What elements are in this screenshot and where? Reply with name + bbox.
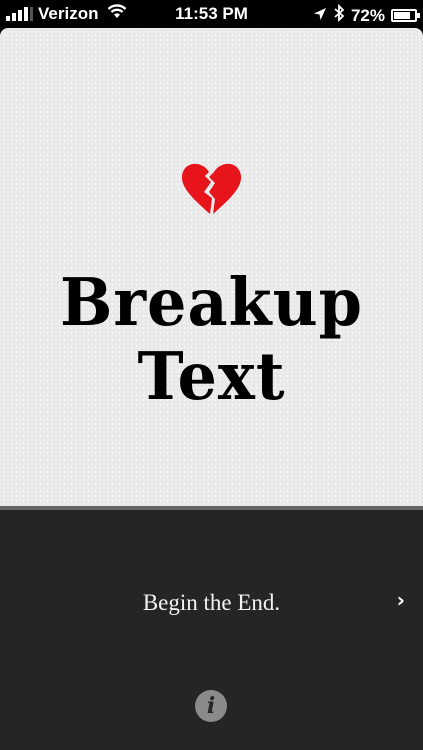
chevron-right-icon: › — [396, 588, 405, 612]
bluetooth-icon — [333, 3, 345, 27]
battery-icon — [391, 9, 420, 22]
splash-panel: Breakup Text — [0, 28, 423, 506]
app-title-line-2: Text — [137, 338, 286, 415]
app-screen: Verizon 11:53 PM 72% Breakup Text Begin … — [0, 0, 423, 750]
bottom-panel: Begin the End. › i — [0, 510, 423, 750]
battery-fill — [394, 12, 410, 19]
location-icon — [313, 6, 327, 26]
info-button[interactable]: i — [195, 690, 227, 722]
status-bar: Verizon 11:53 PM 72% — [0, 0, 423, 28]
begin-button[interactable]: Begin the End. › — [0, 578, 423, 630]
status-right: 72% — [313, 3, 420, 27]
app-title-line-1: Breakup — [59, 264, 364, 341]
begin-label: Begin the End. — [142, 590, 281, 615]
battery-percent: 72% — [350, 5, 385, 25]
broken-heart-icon — [181, 163, 242, 214]
